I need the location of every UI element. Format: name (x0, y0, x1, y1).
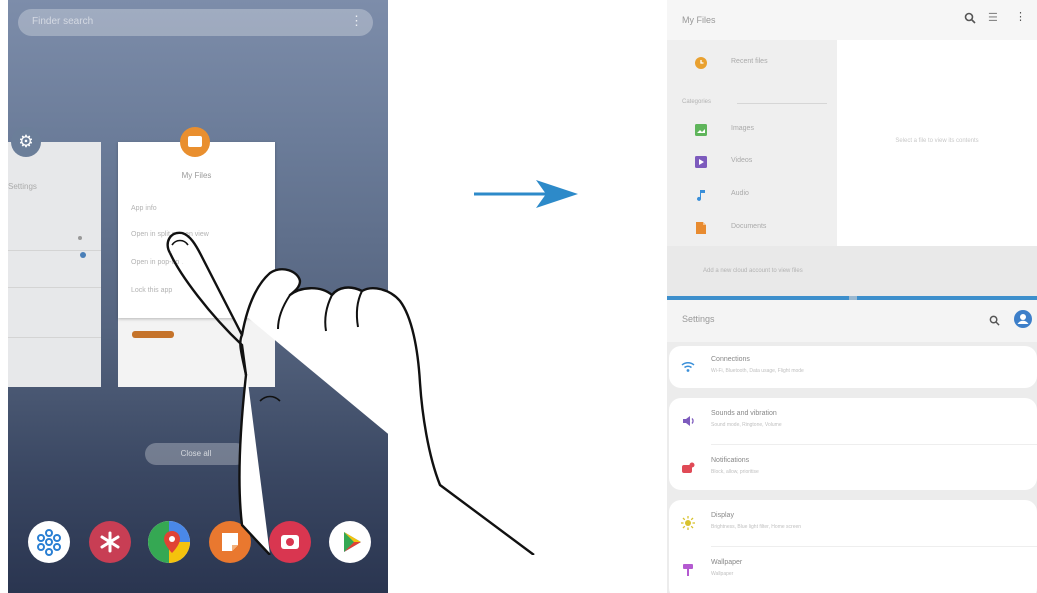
setting-subtitle: Wi-Fi, Bluetooth, Data usage, Flight mod… (711, 368, 804, 374)
empty-preview-message: Select a file to view its contents (895, 138, 979, 144)
setting-subtitle: Sound mode, Ringtone, Volume (711, 422, 782, 428)
sound-icon (683, 416, 694, 426)
images-label: Images (731, 125, 754, 132)
app-info-option[interactable]: App info (131, 205, 157, 212)
smartthings-app-icon[interactable] (28, 521, 70, 563)
finder-search-bar[interactable]: Finder search ⋮ (18, 9, 373, 36)
sounds-setting[interactable]: Sounds and vibration Sound mode, Rington… (669, 401, 1037, 441)
music-icon (697, 190, 705, 201)
finder-search-placeholder: Finder search (32, 16, 94, 27)
list-view-icon[interactable]: ☰ (988, 11, 998, 24)
myfiles-header: My Files ☰ ⋮ (667, 0, 1037, 40)
setting-title: Connections (711, 356, 750, 363)
videos-label: Videos (731, 157, 753, 164)
search-icon[interactable] (989, 315, 1000, 329)
settings-card-toggle-icons (78, 227, 92, 258)
settings-group-connections: Connections Wi-Fi, Bluetooth, Data usage… (669, 346, 1037, 388)
wallpaper-setting[interactable]: Wallpaper Wallpaper (669, 550, 1037, 590)
setting-subtitle: Brightness, Blue light filter, Home scre… (711, 524, 802, 530)
document-icon (696, 222, 706, 234)
setting-title: Display (711, 512, 734, 519)
transition-arrow (474, 180, 578, 208)
documents-label: Documents (731, 223, 767, 230)
bixby-vision-app-icon[interactable] (89, 521, 131, 563)
categories-label: Categories (682, 99, 712, 105)
notifications-setting[interactable]: Notifications Block, allow, prioritise (669, 448, 1037, 488)
categories-divider (737, 103, 827, 104)
display-icon (681, 516, 695, 530)
setting-title: Sounds and vibration (711, 410, 777, 417)
search-icon[interactable] (964, 12, 976, 27)
file-preview-area: Select a file to view its contents (837, 40, 1037, 246)
settings-pane: Settings Connections Wi-Fi, Bluetooth, D… (667, 300, 1037, 593)
popup-app-title: My Files (181, 171, 212, 180)
more-options-icon[interactable]: ⋮ (350, 14, 363, 28)
divider (8, 250, 101, 251)
setting-title: Wallpaper (711, 559, 743, 566)
settings-header: Settings (667, 300, 1037, 342)
clock-icon (695, 57, 707, 69)
more-options-icon[interactable]: ⋮ (1015, 10, 1026, 23)
wifi-icon (681, 361, 695, 372)
settings-title: Settings (682, 314, 715, 324)
cloud-footer[interactable]: Add a new cloud account to view files (667, 246, 1037, 298)
display-setting[interactable]: Display Brightness, Blue light filter, H… (669, 503, 1037, 543)
settings-app-card[interactable]: Settings (8, 142, 101, 387)
divider (711, 546, 1037, 547)
video-icon (695, 156, 707, 168)
recent-files-label: Recent files (731, 58, 768, 65)
setting-title: Notifications (711, 457, 750, 464)
settings-group-sound: Sounds and vibration Sound mode, Rington… (669, 398, 1037, 490)
myfiles-pane: My Files ☰ ⋮ Recent files Categories Ima… (667, 0, 1037, 298)
divider (8, 287, 101, 288)
settings-card-title: Settings (8, 182, 37, 191)
settings-gear-icon[interactable]: ⚙ (11, 127, 41, 157)
notifications-icon (682, 462, 695, 473)
myfiles-title: My Files (682, 15, 716, 25)
setting-subtitle: Block, allow, prioritise (711, 469, 759, 475)
wallpaper-icon (683, 564, 693, 576)
split-screen-view: My Files ☰ ⋮ Recent files Categories Ima… (667, 0, 1037, 593)
setting-subtitle: Wallpaper (711, 571, 734, 577)
cloud-footer-text: Add a new cloud account to view files (703, 268, 803, 274)
image-icon (695, 124, 707, 136)
audio-label: Audio (731, 190, 749, 197)
account-icon[interactable] (1014, 310, 1032, 331)
settings-group-display: Display Brightness, Blue light filter, H… (669, 500, 1037, 593)
myfiles-folder-icon[interactable] (180, 127, 210, 157)
tapping-hand-illustration (166, 231, 535, 555)
connections-setting[interactable]: Connections Wi-Fi, Bluetooth, Data usage… (669, 347, 1037, 387)
divider (711, 444, 1037, 445)
divider (8, 337, 101, 338)
